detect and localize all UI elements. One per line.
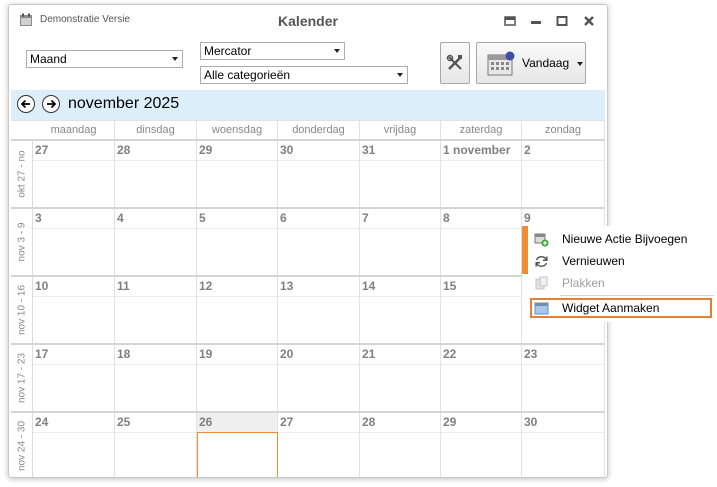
today-button[interactable]: Vandaag (476, 42, 586, 84)
person-select-value: Mercator (204, 44, 252, 58)
restore-layout-icon[interactable] (502, 13, 518, 29)
menu-item-label: Widget Aanmaken (562, 301, 660, 315)
arrow-left-icon (20, 99, 30, 109)
next-month-button[interactable] (42, 95, 60, 113)
menu-item-new-action[interactable]: Nieuwe Actie Bijvoegen (530, 229, 712, 249)
category-select[interactable]: Alle categorieën (200, 66, 408, 84)
chevron-down-icon (334, 49, 340, 53)
calendar-window: Demonstratie Versie Kalender Maand Merca… (8, 4, 608, 478)
menu-item-label: Nieuwe Actie Bijvoegen (562, 232, 688, 246)
menu-item-paste[interactable]: Plakken (530, 273, 712, 293)
today-button-label: Vandaag (522, 56, 570, 70)
calendar-today-icon (487, 51, 515, 76)
tools-icon (446, 54, 462, 70)
view-select[interactable]: Maand (26, 50, 183, 68)
close-icon[interactable] (581, 13, 597, 29)
title-bar[interactable]: Demonstratie Versie Kalender (9, 5, 607, 37)
grid-outline (11, 120, 605, 477)
chevron-down-icon (397, 73, 403, 77)
refresh-icon (535, 256, 548, 267)
chevron-down-icon (172, 57, 178, 61)
chevron-down-icon[interactable] (577, 62, 583, 66)
minimize-icon[interactable] (528, 13, 544, 29)
menu-item-label: Vernieuwen (562, 254, 625, 268)
previous-month-button[interactable] (17, 95, 35, 113)
month-navigation-bar: november 2025 (11, 90, 605, 120)
person-select[interactable]: Mercator (200, 42, 345, 60)
menu-item-create-widget[interactable]: Widget Aanmaken (530, 298, 712, 318)
widget-icon (534, 302, 549, 315)
context-menu-accent (522, 226, 528, 274)
maximize-icon[interactable] (554, 13, 570, 29)
paste-icon (535, 276, 548, 290)
month-title: november 2025 (68, 95, 180, 112)
menu-item-refresh[interactable]: Vernieuwen (530, 251, 712, 271)
view-select-value: Maand (30, 52, 67, 66)
category-select-value: Alle categorieën (204, 68, 291, 82)
arrow-right-icon (47, 99, 57, 109)
calendar-app-icon (20, 13, 32, 26)
menu-separator (560, 295, 714, 296)
calendar-add-icon (534, 233, 549, 247)
menu-item-label: Plakken (562, 276, 605, 290)
demo-version-label: Demonstratie Versie (40, 14, 131, 25)
tools-button[interactable] (440, 42, 470, 84)
context-menu: Nieuwe Actie Bijvoegen Vernieuwen Plakke… (522, 226, 716, 322)
